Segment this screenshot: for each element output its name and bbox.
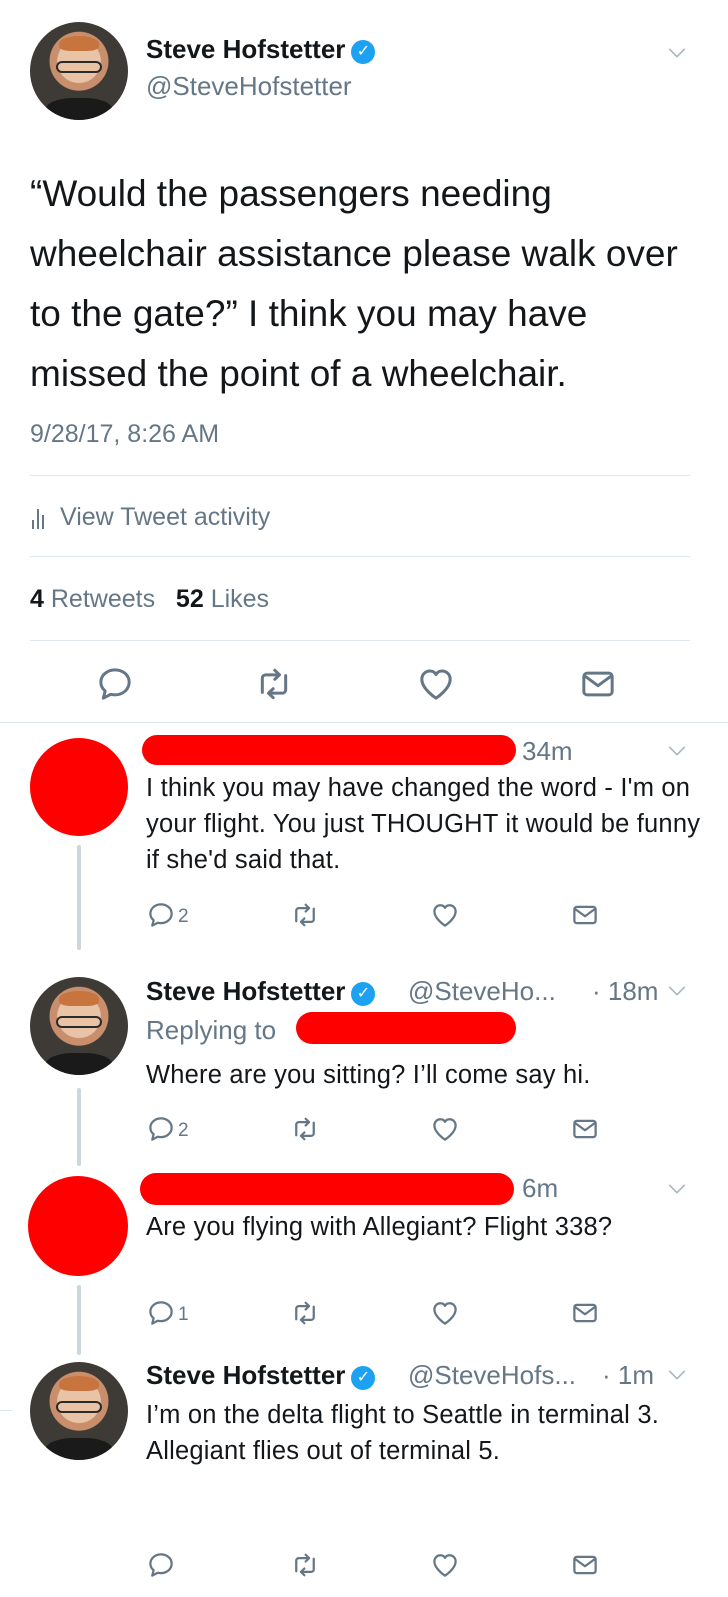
author-name-text: Steve Hofstetter xyxy=(146,1360,346,1390)
envelope-icon[interactable] xyxy=(570,1550,600,1580)
author-name[interactable]: Steve Hofstetter ✓ xyxy=(146,976,376,1007)
heart-icon[interactable] xyxy=(430,900,460,930)
retweets-count: 4 xyxy=(30,585,44,613)
reply-time: 34m xyxy=(522,736,573,766)
reply-icon[interactable] xyxy=(146,1550,176,1580)
redacted-avatar xyxy=(28,1176,128,1276)
chevron-down-icon[interactable] xyxy=(666,980,688,1002)
reply-icon[interactable] xyxy=(146,900,176,930)
likes-count: 52 xyxy=(175,585,204,613)
divider xyxy=(30,640,690,641)
author-name[interactable]: Steve Hofstetter ✓ xyxy=(146,1360,376,1391)
chevron-down-icon[interactable] xyxy=(666,740,688,762)
envelope-icon[interactable] xyxy=(570,1298,600,1328)
tweet-text: “Would the passengers needing wheelchair… xyxy=(30,173,678,394)
verified-badge-icon: ✓ xyxy=(351,40,376,64)
divider xyxy=(30,556,690,557)
retweet-icon[interactable] xyxy=(290,1550,320,1580)
envelope-icon[interactable] xyxy=(570,900,600,930)
thread-line xyxy=(77,1088,81,1166)
chevron-down-icon[interactable] xyxy=(666,1178,688,1200)
author-avatar[interactable] xyxy=(30,977,128,1075)
verified-badge-icon: ✓ xyxy=(351,1366,376,1390)
reply-icon[interactable] xyxy=(146,1114,176,1144)
section-divider xyxy=(0,722,728,723)
reply-time: 6m xyxy=(522,1173,559,1203)
heart-icon[interactable] xyxy=(430,1550,460,1580)
redacted-avatar xyxy=(30,738,128,836)
reply-text: I’m on the delta flight to Seattle in te… xyxy=(146,1401,659,1465)
author-avatar[interactable] xyxy=(30,22,128,120)
redacted-name xyxy=(142,735,516,765)
reply-time: · 18m xyxy=(592,976,659,1006)
retweet-icon[interactable] xyxy=(290,900,320,930)
heart-icon[interactable] xyxy=(416,664,456,704)
retweets-label: Retweets xyxy=(50,585,156,613)
author-handle[interactable]: @SteveHofs... xyxy=(408,1360,576,1391)
reply-count: 1 xyxy=(178,1304,189,1325)
author-name[interactable]: Steve Hofstetter ✓ xyxy=(146,34,376,65)
reply-text: Are you flying with Allegiant? Flight 33… xyxy=(146,1213,613,1241)
envelope-icon[interactable] xyxy=(578,664,618,704)
heart-icon[interactable] xyxy=(430,1298,460,1328)
redacted-name xyxy=(140,1173,514,1205)
author-name-text: Steve Hofstetter xyxy=(146,976,346,1006)
divider xyxy=(30,475,690,476)
reply-time: · 1m xyxy=(602,1360,654,1390)
reply-text: I think you may have changed the word - … xyxy=(146,774,701,874)
chevron-down-icon[interactable] xyxy=(666,1364,688,1386)
chevron-down-icon[interactable] xyxy=(666,42,688,64)
divider xyxy=(0,1410,12,1411)
reply-text: Where are you sitting? I’ll come say hi. xyxy=(146,1061,591,1089)
thread-line xyxy=(77,845,81,950)
author-handle[interactable]: @SteveHofstetter xyxy=(146,71,352,102)
author-handle[interactable]: @SteveHo... xyxy=(408,976,556,1007)
reply-icon[interactable] xyxy=(146,1298,176,1328)
verified-badge-icon: ✓ xyxy=(351,982,376,1006)
redacted-mention xyxy=(296,1012,516,1044)
retweet-icon[interactable] xyxy=(254,664,294,704)
retweet-icon[interactable] xyxy=(290,1114,320,1144)
engagement-stats: 4 Retweets 52 Likes xyxy=(30,585,269,614)
reply-count: 2 xyxy=(178,906,189,927)
activity-label: View Tweet activity xyxy=(60,503,271,531)
replying-to-label: Replying to xyxy=(146,1015,277,1045)
activity-bars-icon xyxy=(32,507,44,529)
reply-icon[interactable] xyxy=(95,664,135,704)
view-tweet-activity-link[interactable]: View Tweet activity xyxy=(32,503,270,532)
heart-icon[interactable] xyxy=(430,1114,460,1144)
reply-count: 2 xyxy=(178,1120,189,1141)
likes-stat[interactable]: 52 Likes xyxy=(176,585,269,613)
retweet-icon[interactable] xyxy=(290,1298,320,1328)
author-avatar[interactable] xyxy=(30,1362,128,1460)
tweet-timestamp: 9/28/17, 8:26 AM xyxy=(30,420,220,448)
thread-line xyxy=(77,1285,81,1355)
author-name-text: Steve Hofstetter xyxy=(146,34,346,64)
likes-label: Likes xyxy=(210,585,270,613)
envelope-icon[interactable] xyxy=(570,1114,600,1144)
retweets-stat[interactable]: 4 Retweets xyxy=(30,585,155,613)
